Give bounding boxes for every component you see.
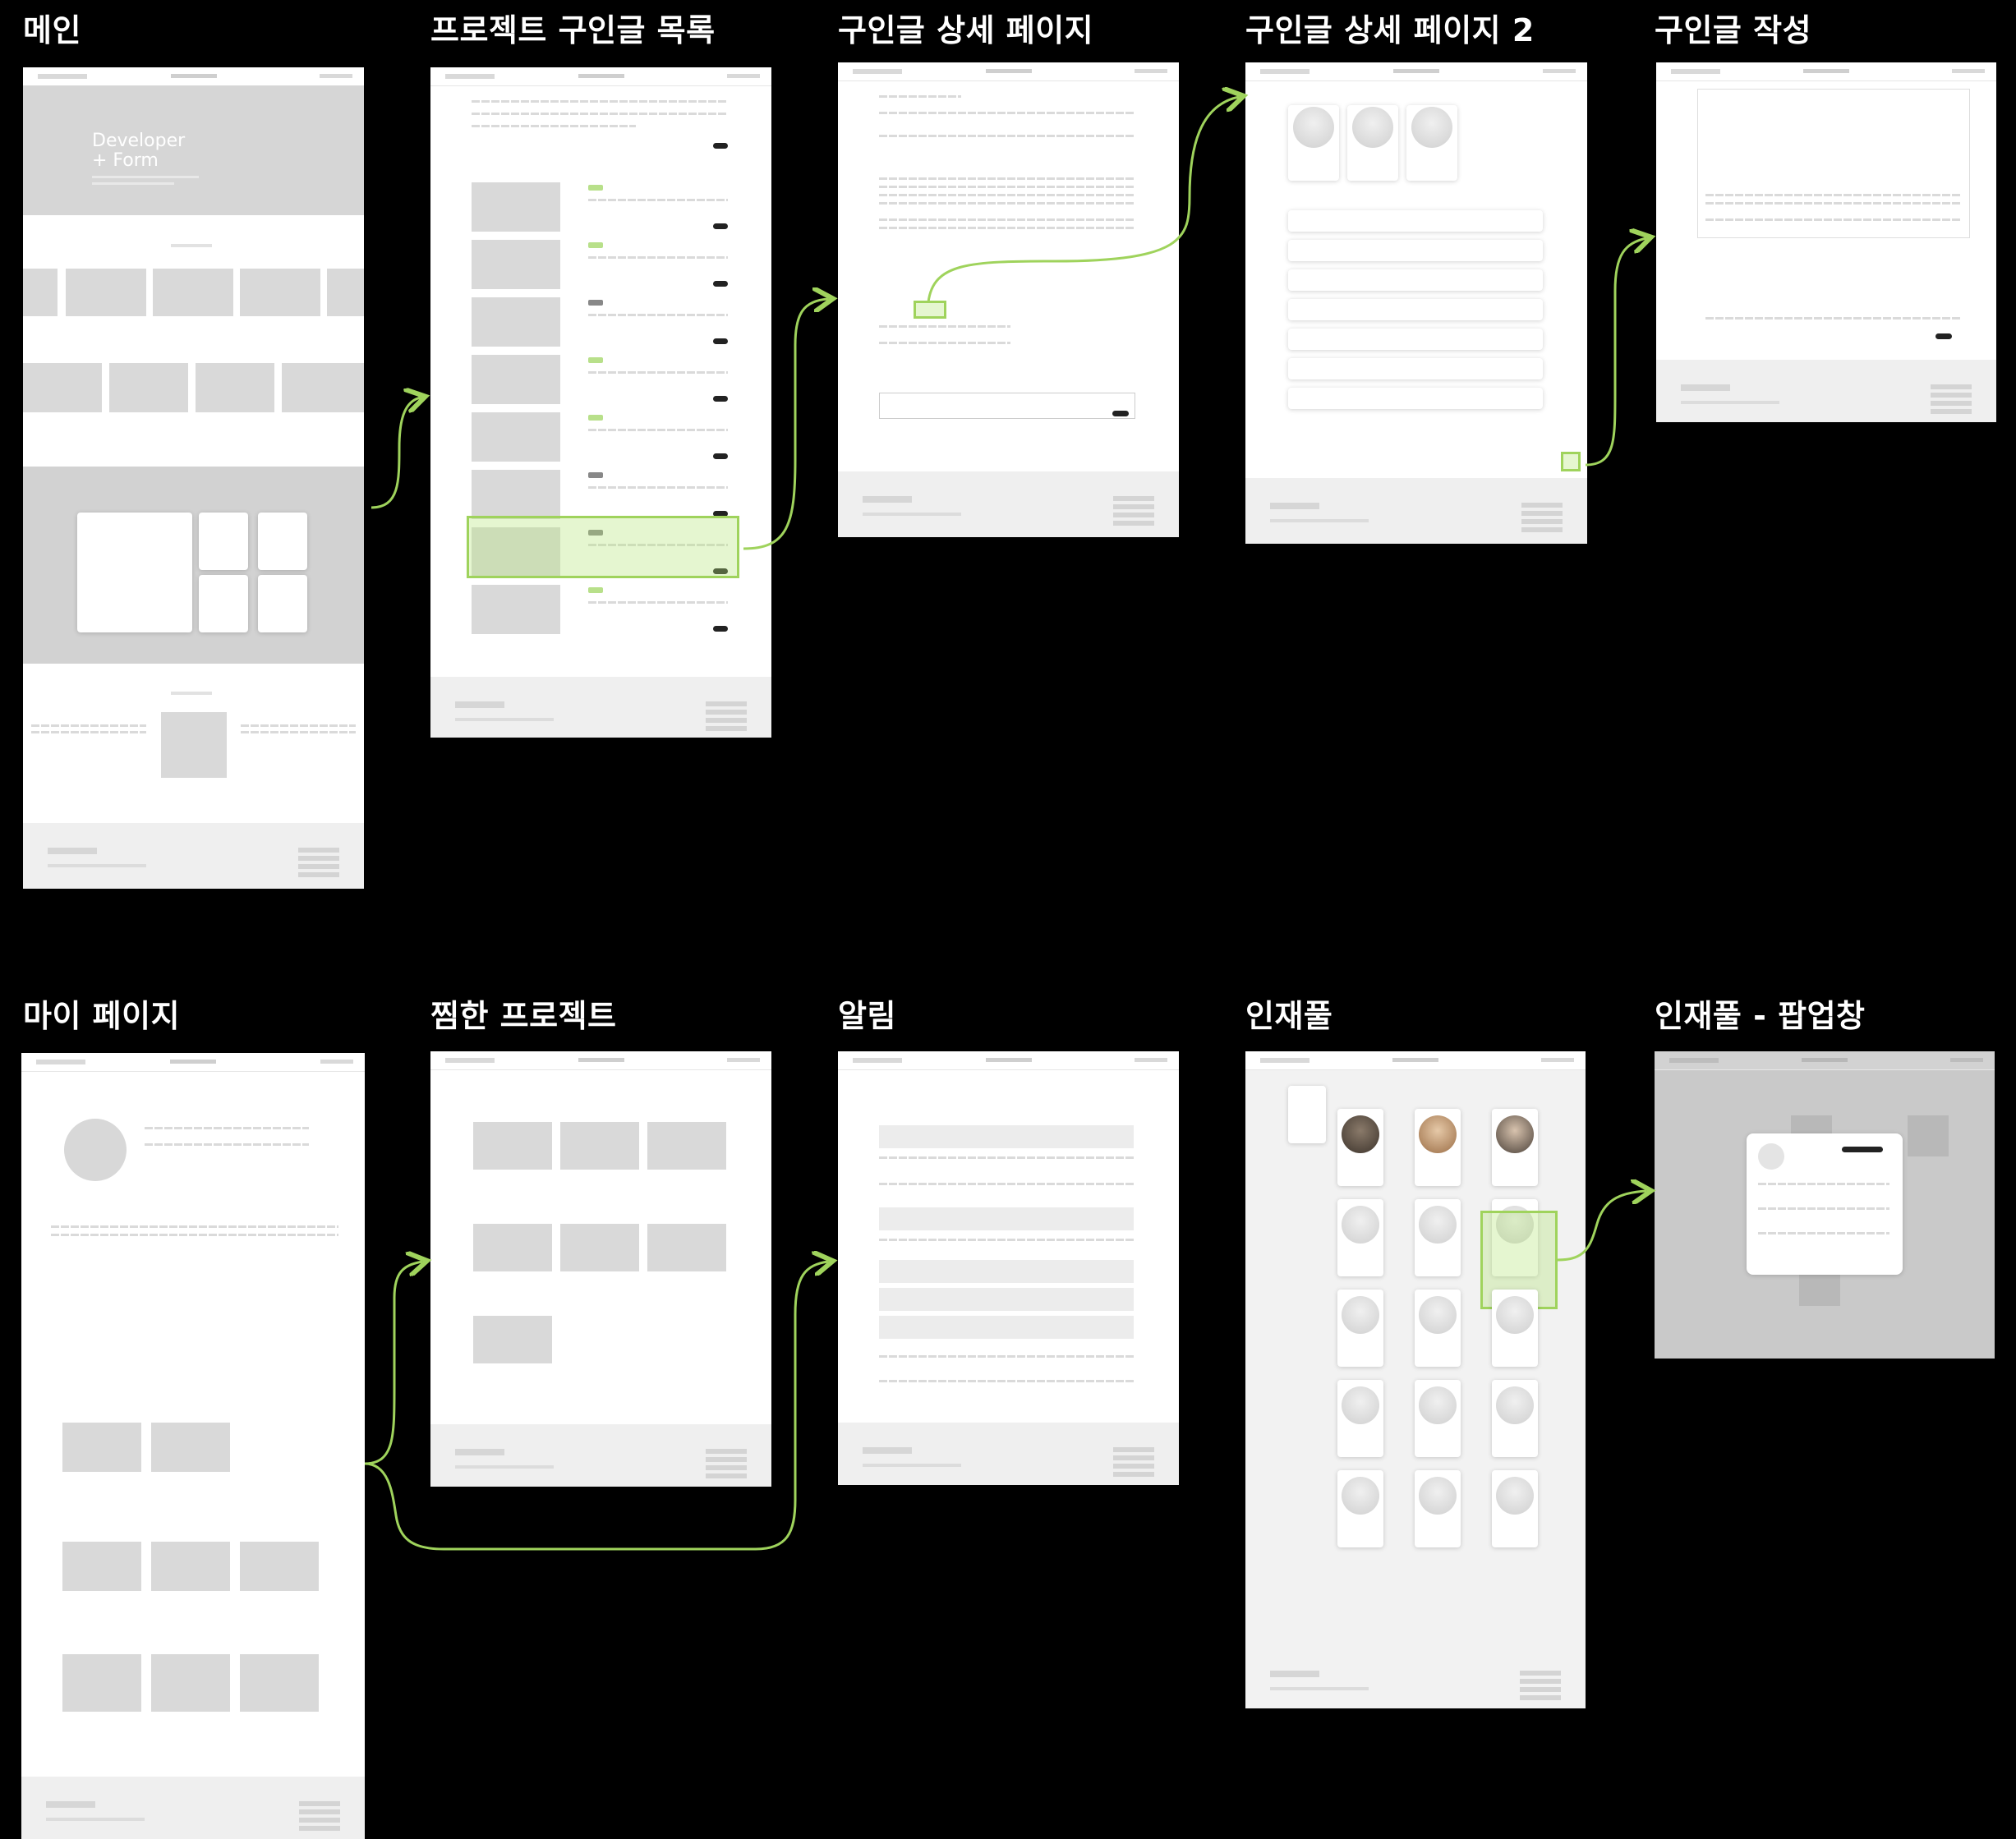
arrow-list-to-detail bbox=[743, 299, 828, 550]
arrow-talent-to-popup bbox=[1557, 1191, 1646, 1262]
flow-connectors bbox=[364, 0, 2016, 1551]
arrow-mypage-to-notifications bbox=[364, 1262, 828, 1551]
arrow-detail2-to-write bbox=[1585, 238, 1646, 467]
arrow-detail-to-detail2 bbox=[927, 97, 1239, 303]
arrow-main-to-list bbox=[371, 398, 421, 509]
arrow-mypage-to-liked bbox=[364, 1262, 422, 1465]
